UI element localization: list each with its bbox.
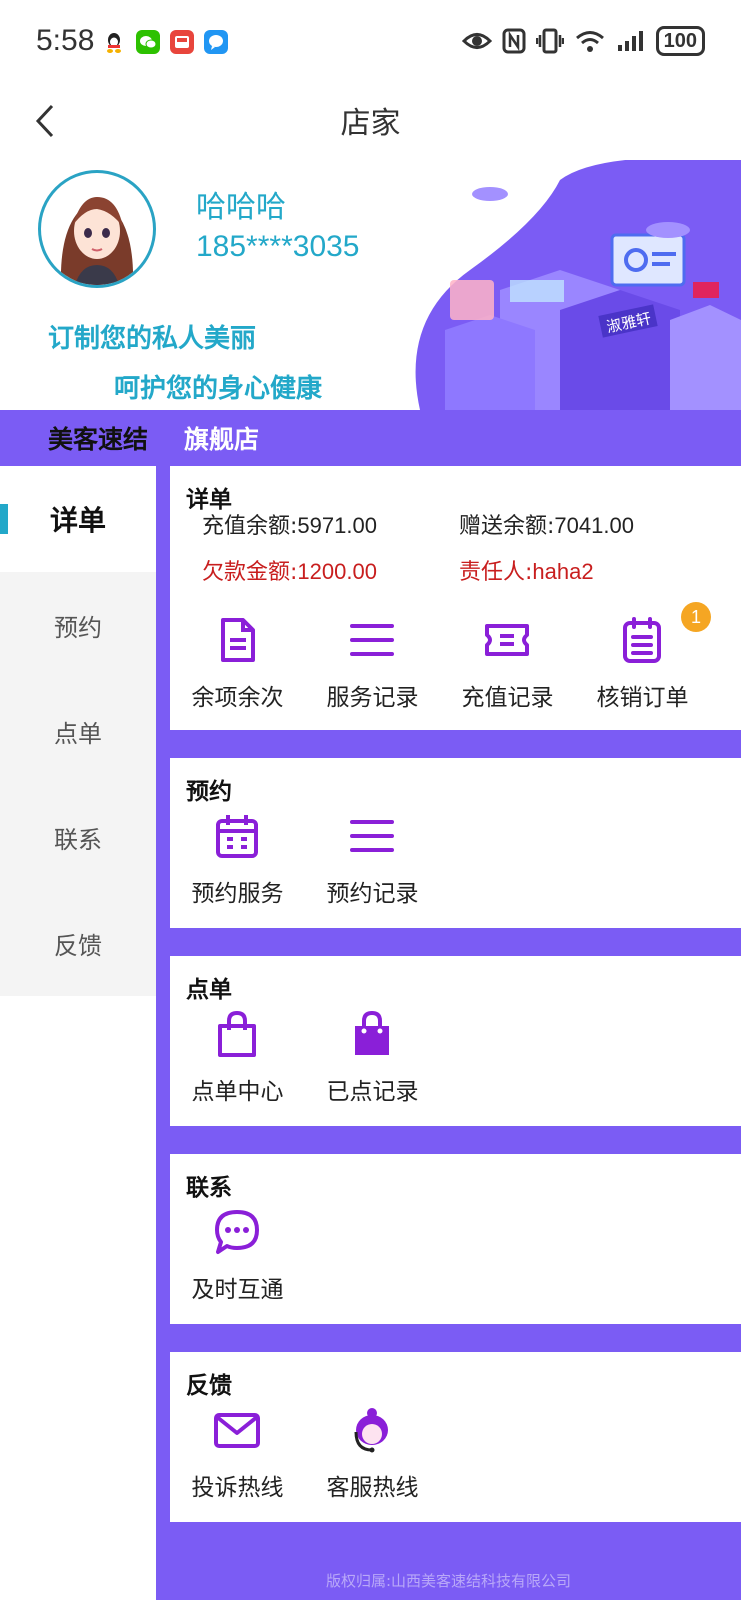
menu-item-contact[interactable]: 联系: [0, 784, 156, 890]
recharge-balance: 充值余额:5971.00: [202, 508, 377, 540]
owner-label: 责任人:: [459, 560, 533, 585]
contact-card: 联系 及时互通: [170, 1154, 741, 1324]
store-type: 旗舰店: [184, 425, 260, 454]
contact-title: 联系: [186, 1175, 232, 1201]
menu-item-label: 联系: [54, 825, 102, 854]
recharge-value: 5971.00: [297, 513, 377, 538]
order-card: 点单 点单中心 已点记录: [170, 956, 741, 1126]
action-label: 预约记录: [326, 881, 419, 907]
order-center-button[interactable]: 点单中心: [170, 1010, 305, 1114]
store-bar: 美客速结 旗舰店: [0, 410, 741, 466]
service-records-button[interactable]: 服务记录: [305, 616, 440, 720]
menu-item-label: 预约: [54, 613, 102, 642]
action-label: 客服热线: [326, 1475, 419, 1501]
menu-item-order[interactable]: 点单: [0, 678, 156, 784]
side-menu: 详单 预约 点单 联系 反馈: [0, 466, 156, 1600]
recharge-records-button[interactable]: 充值记录: [440, 616, 575, 720]
booking-actions: 预约服务 预约记录: [170, 812, 741, 916]
customer-service-button[interactable]: 客服热线: [305, 1406, 440, 1510]
gift-balance: 赠送余额:7041.00: [459, 508, 634, 540]
menu-item-label: 反馈: [54, 931, 102, 960]
user-phone: 185****3035: [196, 230, 360, 263]
action-label: 投诉热线: [191, 1475, 284, 1501]
feedback-actions: 投诉热线 客服热线: [170, 1406, 741, 1510]
status-time: 5:58: [36, 24, 95, 57]
action-label: 服务记录: [326, 685, 419, 711]
menu-item-detail[interactable]: 详单: [0, 466, 156, 572]
booking-records-button[interactable]: 预约记录: [305, 812, 440, 916]
message-icon: [204, 30, 228, 54]
battery-icon: 100: [655, 26, 705, 56]
debt-label: 欠款金额:: [202, 560, 298, 585]
copyright-text: 版权归属:山西美客速结科技有限公司: [325, 1572, 572, 1590]
complaint-hotline-button[interactable]: 投诉热线: [170, 1406, 305, 1510]
debt-amount: 欠款金额:1200.00: [202, 554, 377, 586]
shopping-bag-outline-icon: [218, 1010, 256, 1057]
debt-value: 1200.00: [297, 559, 377, 584]
action-label: 已点记录: [326, 1079, 419, 1105]
content-panel: 详单 充值余额:5971.00 赠送余额:7041.00 欠款金额:1200.0…: [156, 466, 741, 1600]
active-indicator: [0, 504, 8, 534]
wifi-icon: [575, 31, 604, 52]
detail-actions: 余项余次 服务记录 充值记录 核销订单 1: [170, 602, 741, 720]
booking-title: 预约: [186, 779, 232, 805]
system-icons: 100: [461, 26, 705, 56]
list-icon: [350, 820, 394, 852]
detail-card: 详单 充值余额:5971.00 赠送余额:7041.00 欠款金额:1200.0…: [170, 466, 741, 730]
chat-bubble-icon: [215, 1210, 259, 1254]
instant-chat-button[interactable]: 及时互通: [170, 1208, 305, 1312]
mail-icon: [170, 30, 194, 54]
action-label: 充值记录: [461, 685, 554, 711]
menu-item-label: 点单: [54, 719, 102, 748]
status-bar: 5:58 100: [0, 0, 741, 84]
nfc-icon: [502, 28, 526, 54]
menu-item-booking[interactable]: 预约: [0, 572, 156, 678]
remaining-items-button[interactable]: 余项余次: [170, 616, 305, 720]
wechat-icon: [136, 30, 160, 54]
recharge-label: 充值余额:: [202, 514, 298, 539]
avatar[interactable]: [38, 170, 156, 288]
book-service-button[interactable]: 预约服务: [170, 812, 305, 916]
action-label: 及时互通: [191, 1277, 284, 1303]
ordered-records-button[interactable]: 已点记录: [305, 1010, 440, 1114]
gift-label: 赠送余额:: [459, 514, 555, 539]
slogan-line-2: 呵护您的身心健康: [114, 374, 323, 404]
order-actions: 点单中心 已点记录: [170, 1010, 741, 1114]
profile-banner: 淑雅轩 哈哈哈 185****3035 订制您的私人美丽 呵护您的身心健康 美客…: [0, 160, 741, 466]
order-title: 点单: [186, 977, 232, 1003]
action-label: 核销订单: [596, 685, 689, 711]
menu-item-label: 详单: [49, 504, 106, 537]
page-title: 店家: [340, 106, 401, 141]
eye-icon: [461, 33, 492, 49]
owner-value: haha2: [532, 559, 594, 584]
booking-card: 预约 预约服务 预约记录: [170, 758, 741, 928]
slogan-line-1: 订制您的私人美丽: [48, 324, 257, 354]
menu-item-feedback[interactable]: 反馈: [0, 890, 156, 996]
user-name: 哈哈哈: [196, 190, 286, 225]
notification-icons: [102, 30, 228, 54]
notification-badge: 1: [681, 602, 711, 632]
document-icon: [221, 618, 255, 662]
gift-value: 7041.00: [554, 513, 634, 538]
navigation-bar: 店家: [0, 84, 741, 160]
vibrate-icon: [535, 28, 564, 54]
writeoff-orders-button[interactable]: 核销订单 1: [575, 602, 711, 720]
ticket-icon: [485, 624, 529, 656]
responsible-person: 责任人:haha2: [459, 554, 594, 586]
feedback-card: 反馈 投诉热线 客服热线: [170, 1352, 741, 1522]
list-icon: [350, 624, 394, 656]
shopping-bag-filled-icon: [355, 1010, 389, 1055]
clipboard-icon: [623, 617, 661, 663]
action-label: 点单中心: [191, 1079, 284, 1105]
action-label: 余项余次: [191, 685, 284, 711]
signal-icon: [617, 31, 643, 51]
envelope-icon: [214, 1413, 260, 1448]
headset-agent-icon: [354, 1408, 388, 1453]
action-label: 预约服务: [191, 881, 284, 907]
feedback-title: 反馈: [186, 1373, 232, 1399]
calendar-icon: [216, 815, 258, 858]
store-name: 美客速结: [48, 425, 149, 454]
qq-icon: [102, 30, 126, 54]
contact-actions: 及时互通: [170, 1208, 741, 1312]
